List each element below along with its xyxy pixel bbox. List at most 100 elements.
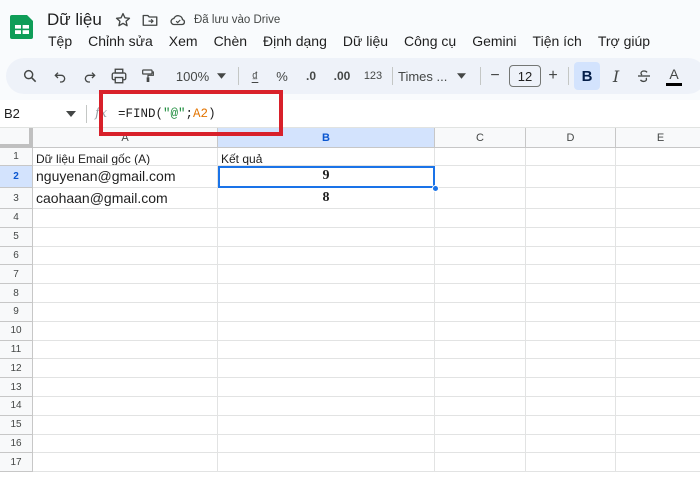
- cell-d3[interactable]: [526, 188, 616, 209]
- cell-c17[interactable]: [435, 453, 526, 473]
- cell-e8[interactable]: [616, 284, 700, 303]
- name-box[interactable]: B2: [4, 106, 20, 121]
- caret-down-icon[interactable]: [66, 109, 76, 119]
- cell-a7[interactable]: [33, 265, 218, 285]
- cell-e14[interactable]: [616, 397, 700, 416]
- row-header-17[interactable]: 17: [0, 453, 33, 473]
- cell-d14[interactable]: [526, 397, 616, 416]
- row-header-2[interactable]: 2: [0, 166, 33, 188]
- cell-e16[interactable]: [616, 435, 700, 454]
- increase-decimal-button[interactable]: .00: [328, 58, 356, 94]
- cell-e5[interactable]: [616, 228, 700, 247]
- undo-button[interactable]: [48, 58, 72, 94]
- cloud-saved-icon[interactable]: [169, 11, 187, 29]
- column-header-d[interactable]: D: [526, 128, 616, 148]
- cell-a2[interactable]: nguyenan@gmail.com: [33, 166, 218, 188]
- cell-d11[interactable]: [526, 340, 616, 360]
- row-header-4[interactable]: 4: [0, 209, 33, 228]
- menu-data[interactable]: Dữ liệu: [335, 32, 396, 52]
- cell-d7[interactable]: [526, 265, 616, 285]
- more-formats-button[interactable]: 123: [360, 58, 386, 94]
- cell-b2[interactable]: 9: [218, 166, 435, 188]
- cell-a9[interactable]: [33, 303, 218, 322]
- row-header-11[interactable]: 11: [0, 340, 33, 360]
- cell-c14[interactable]: [435, 397, 526, 416]
- cell-e15[interactable]: [616, 416, 700, 435]
- cell-d1[interactable]: [526, 148, 616, 166]
- strikethrough-button[interactable]: [632, 58, 656, 94]
- cell-d12[interactable]: [526, 359, 616, 379]
- column-header-c[interactable]: C: [435, 128, 526, 148]
- bold-button[interactable]: B: [574, 62, 600, 90]
- cell-e3[interactable]: [616, 188, 700, 209]
- font-size-input[interactable]: 12: [509, 65, 541, 87]
- cell-d9[interactable]: [526, 303, 616, 322]
- row-header-8[interactable]: 8: [0, 284, 33, 303]
- cell-b6[interactable]: [218, 246, 435, 266]
- row-header-5[interactable]: 5: [0, 227, 33, 247]
- select-all-corner[interactable]: [0, 128, 33, 148]
- cell-b9[interactable]: [218, 303, 435, 322]
- redo-button[interactable]: [78, 58, 102, 94]
- cell-c5[interactable]: [435, 227, 526, 247]
- decrease-decimal-button[interactable]: .0: [298, 58, 324, 94]
- cell-e17[interactable]: [616, 453, 700, 473]
- cell-c11[interactable]: [435, 340, 526, 360]
- search-menus-button[interactable]: [18, 58, 42, 94]
- cell-c8[interactable]: [435, 284, 526, 303]
- cell-c2[interactable]: [435, 166, 526, 188]
- cell-b17[interactable]: [218, 453, 435, 473]
- cell-e2[interactable]: [616, 166, 700, 188]
- row-header-9[interactable]: 9: [0, 303, 33, 322]
- cell-c6[interactable]: [435, 246, 526, 266]
- menu-help[interactable]: Trợ giúp: [590, 32, 658, 52]
- cell-b15[interactable]: [218, 415, 435, 435]
- cell-b8[interactable]: [218, 284, 435, 303]
- cell-d2[interactable]: [526, 166, 616, 188]
- cell-c16[interactable]: [435, 434, 526, 454]
- cell-e7[interactable]: [616, 265, 700, 285]
- cell-b13[interactable]: [218, 378, 435, 397]
- cell-c15[interactable]: [435, 415, 526, 435]
- cell-a8[interactable]: [33, 284, 218, 303]
- cell-c9[interactable]: [435, 303, 526, 322]
- cell-e12[interactable]: [616, 359, 700, 379]
- cell-c7[interactable]: [435, 265, 526, 285]
- move-folder-icon[interactable]: [141, 11, 159, 29]
- print-button[interactable]: [107, 58, 131, 94]
- cell-c4[interactable]: [435, 209, 526, 228]
- cell-a4[interactable]: [33, 209, 218, 228]
- cell-d5[interactable]: [526, 227, 616, 247]
- cell-a15[interactable]: [33, 415, 218, 435]
- menu-gemini[interactable]: Gemini: [464, 32, 524, 52]
- menu-format[interactable]: Định dạng: [255, 32, 335, 52]
- cell-a11[interactable]: [33, 340, 218, 360]
- cell-b1[interactable]: Kết quả: [218, 148, 435, 166]
- cell-a14[interactable]: [33, 397, 218, 416]
- document-title[interactable]: Dữ liệu: [47, 10, 102, 30]
- text-color-button[interactable]: A: [662, 58, 686, 94]
- row-header-10[interactable]: 10: [0, 321, 33, 341]
- decrease-font-size-button[interactable]: −: [486, 58, 504, 94]
- cell-d17[interactable]: [526, 453, 616, 473]
- cell-e1[interactable]: [616, 148, 700, 166]
- cell-a3[interactable]: caohaan@gmail.com: [33, 188, 218, 209]
- row-header-1[interactable]: 1: [0, 148, 33, 166]
- star-icon[interactable]: [114, 11, 132, 29]
- row-header-12[interactable]: 12: [0, 359, 33, 379]
- row-header-15[interactable]: 15: [0, 415, 33, 435]
- cell-b14[interactable]: [218, 397, 435, 416]
- cell-b11[interactable]: [218, 340, 435, 360]
- menu-tools[interactable]: Công cụ: [396, 32, 464, 52]
- cell-d6[interactable]: [526, 246, 616, 266]
- cell-e11[interactable]: [616, 341, 700, 360]
- cell-e10[interactable]: [616, 322, 700, 341]
- cell-d8[interactable]: [526, 284, 616, 303]
- cell-e6[interactable]: [616, 247, 700, 266]
- cell-c1[interactable]: [435, 148, 526, 166]
- sheet-grid[interactable]: A B C D E 1 2 3 4 5 6 7 8 9 10 11 12 13 14 15 16 17 Dữ l…: [0, 128, 700, 479]
- cell-b10[interactable]: [218, 321, 435, 341]
- format-currency-button[interactable]: ₫: [244, 58, 266, 94]
- column-header-e[interactable]: E: [616, 128, 700, 148]
- menu-insert[interactable]: Chèn: [206, 32, 255, 52]
